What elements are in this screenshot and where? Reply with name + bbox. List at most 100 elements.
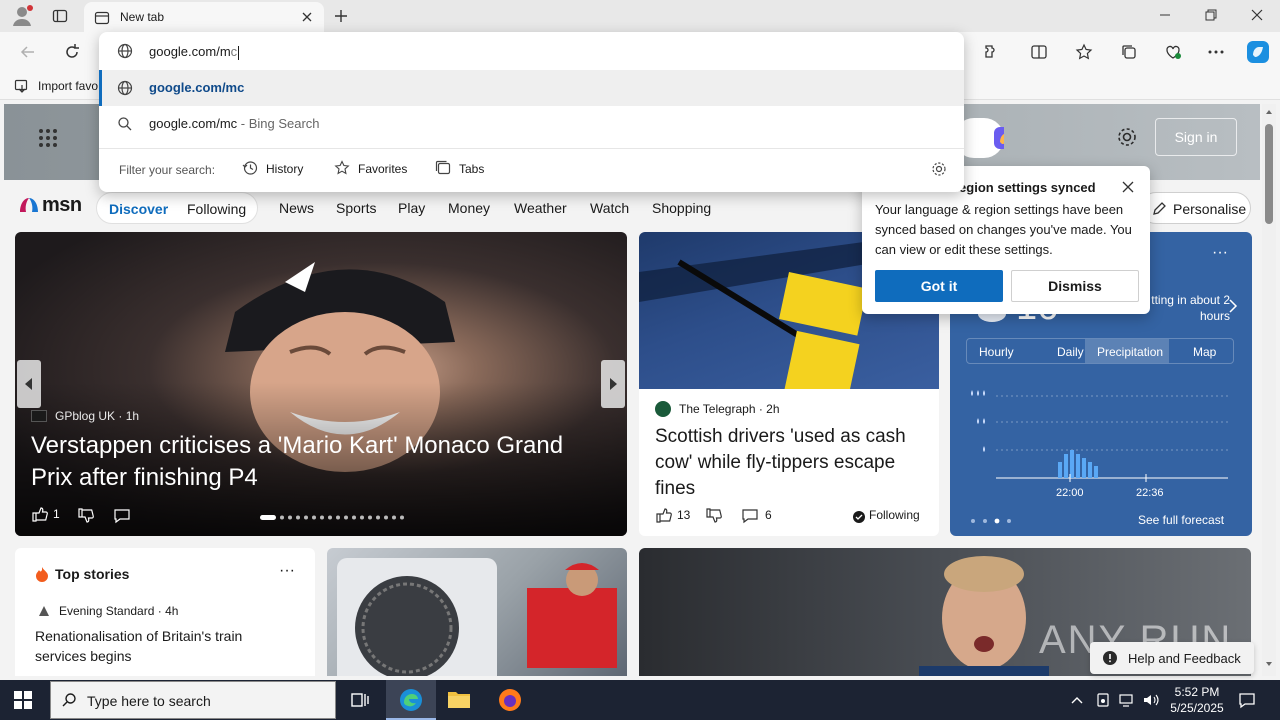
address-bar-input[interactable]: google.com/mc: [99, 32, 964, 70]
search-settings-gear-icon[interactable]: [931, 161, 947, 177]
restore-icon[interactable]: [1204, 8, 1218, 22]
weather-time-label-2: 22:36: [1136, 487, 1164, 499]
carousel-dots[interactable]: [260, 515, 410, 521]
weather-tabs: Hourly Daily Precipitation Map: [966, 338, 1234, 364]
scroll-up-arrow-icon[interactable]: [1265, 108, 1273, 116]
heat-pump-image-card[interactable]: [327, 548, 627, 676]
thumbs-up-icon[interactable]: [655, 506, 673, 524]
new-tab-plus-icon[interactable]: [333, 8, 349, 24]
chevron-right-icon[interactable]: [1228, 298, 1238, 314]
nav-sports[interactable]: Sports: [336, 200, 376, 216]
settings-more-icon[interactable]: [1207, 43, 1225, 61]
taskbar-search-box[interactable]: Type here to search: [50, 681, 336, 719]
taskbar-edge-button[interactable]: [386, 680, 436, 720]
msn-logo[interactable]: msn: [16, 192, 82, 218]
thumbs-down-icon[interactable]: [705, 507, 723, 525]
carousel-prev-button[interactable]: [17, 360, 41, 408]
split-screen-icon[interactable]: [1030, 43, 1048, 61]
collections-icon[interactable]: [1120, 43, 1138, 61]
nav-weather[interactable]: Weather: [514, 200, 567, 216]
volume-icon[interactable]: [1142, 692, 1160, 708]
personalise-button[interactable]: Personalise: [1140, 192, 1251, 224]
windows-start-icon[interactable]: [14, 691, 32, 709]
msn-logo-text: msn: [42, 194, 82, 216]
carousel-next-button[interactable]: [601, 360, 625, 408]
top-stories-more-icon[interactable]: ···: [279, 562, 295, 580]
profile-avatar-icon[interactable]: [10, 4, 34, 28]
refresh-icon[interactable]: [63, 43, 81, 61]
suggestion-search-sub: - Bing Search: [237, 116, 320, 131]
following-badge[interactable]: Following: [869, 508, 920, 522]
copilot-icon[interactable]: [1245, 39, 1271, 65]
taskbar-date: 5/25/2025: [1170, 701, 1224, 715]
import-favorites-icon[interactable]: [14, 78, 30, 94]
minimize-icon[interactable]: [1158, 8, 1172, 22]
popup-close-icon[interactable]: [1121, 180, 1135, 194]
comment-icon[interactable]: [741, 507, 759, 525]
weather-tab-hourly[interactable]: Hourly: [979, 345, 1014, 359]
file-explorer-icon[interactable]: [447, 688, 471, 710]
firefox-icon[interactable]: [497, 687, 523, 713]
apps-grid-icon[interactable]: [38, 128, 58, 148]
dismiss-button[interactable]: Dismiss: [1011, 270, 1139, 302]
browser-essentials-icon[interactable]: [1164, 43, 1182, 61]
evening-standard-icon: [37, 604, 51, 618]
close-window-icon[interactable]: [1250, 8, 1264, 22]
suggestion-search-text: google.com/mc: [149, 116, 238, 131]
weather-tab-daily[interactable]: Daily: [1057, 345, 1084, 359]
tab-close-icon[interactable]: [300, 10, 314, 24]
weather-more-icon[interactable]: ···: [1212, 244, 1228, 262]
taskbar-clock[interactable]: 5:52 PM 5/25/2025: [1166, 684, 1228, 716]
task-view-icon[interactable]: [350, 691, 370, 709]
tray-chevron-up-icon[interactable]: [1070, 693, 1084, 707]
extensions-icon[interactable]: [982, 43, 1000, 61]
top-stories-headline[interactable]: Renationalisation of Britain's train ser…: [35, 626, 295, 666]
hero-news-card[interactable]: GPblog UK · 1h Verstappen criticises a '…: [15, 232, 627, 536]
page-settings-gear-icon[interactable]: [1116, 126, 1138, 148]
thumbs-up-icon[interactable]: [31, 505, 49, 523]
top-stories-source: Evening Standard · 4h: [59, 604, 179, 618]
thumbs-down-icon[interactable]: [77, 507, 95, 525]
page-scrollbar[interactable]: [1262, 104, 1276, 676]
nav-watch[interactable]: Watch: [590, 200, 629, 216]
card2-headline[interactable]: Scottish drivers 'used as cash cow' whil…: [655, 424, 927, 502]
nav-money[interactable]: Money: [448, 200, 490, 216]
security-tray-icon[interactable]: [1095, 692, 1111, 708]
filter-tabs-label: Tabs: [459, 162, 485, 176]
back-arrow-icon[interactable]: [19, 43, 37, 61]
suggestion-bing-search[interactable]: google.com/mc - Bing Search: [99, 106, 964, 142]
weather-tab-map[interactable]: Map: [1193, 345, 1216, 359]
sign-in-button[interactable]: Sign in: [1155, 118, 1237, 156]
see-full-forecast-link[interactable]: See full forecast: [1138, 513, 1224, 527]
popup-body: Your language & region settings have bee…: [875, 202, 1132, 257]
nav-play[interactable]: Play: [398, 200, 425, 216]
favorites-star-icon[interactable]: [1075, 43, 1093, 61]
telegraph-source-icon: [655, 401, 671, 417]
hero-headline[interactable]: Verstappen criticises a 'Mario Kart' Mon…: [31, 430, 611, 494]
tab-following[interactable]: Following: [187, 201, 246, 217]
nav-news[interactable]: News: [279, 200, 314, 216]
pencil-icon: [1151, 201, 1167, 217]
help-and-feedback-button[interactable]: Help and Feedback: [1090, 642, 1254, 674]
weather-tab-precipitation[interactable]: Precipitation: [1097, 345, 1163, 359]
suggestion-url[interactable]: google.com/mc: [99, 70, 964, 106]
notifications-icon[interactable]: [1238, 691, 1256, 709]
tab-discover[interactable]: Discover: [109, 201, 168, 217]
new-tab-icon: [94, 10, 110, 26]
tab-actions-icon[interactable]: [52, 8, 68, 24]
globe-icon: [117, 43, 133, 59]
weather-page-dots[interactable]: [970, 518, 1014, 524]
flame-icon: [35, 566, 49, 582]
comment-icon[interactable]: [113, 507, 131, 525]
got-it-button[interactable]: Got it: [875, 270, 1003, 302]
network-icon[interactable]: [1118, 692, 1136, 708]
top-stories-title: Top stories: [55, 566, 130, 582]
address-bar-typed-text: google.com/m: [149, 44, 231, 59]
tab-strip: New tab: [0, 0, 1280, 32]
help-label: Help and Feedback: [1128, 651, 1241, 666]
scroll-down-arrow-icon[interactable]: [1265, 660, 1273, 668]
scrollbar-thumb[interactable]: [1265, 124, 1273, 224]
import-favorites-link[interactable]: Import favo: [38, 79, 98, 93]
tab-new-tab[interactable]: New tab: [84, 2, 324, 32]
nav-shopping[interactable]: Shopping: [652, 200, 711, 216]
